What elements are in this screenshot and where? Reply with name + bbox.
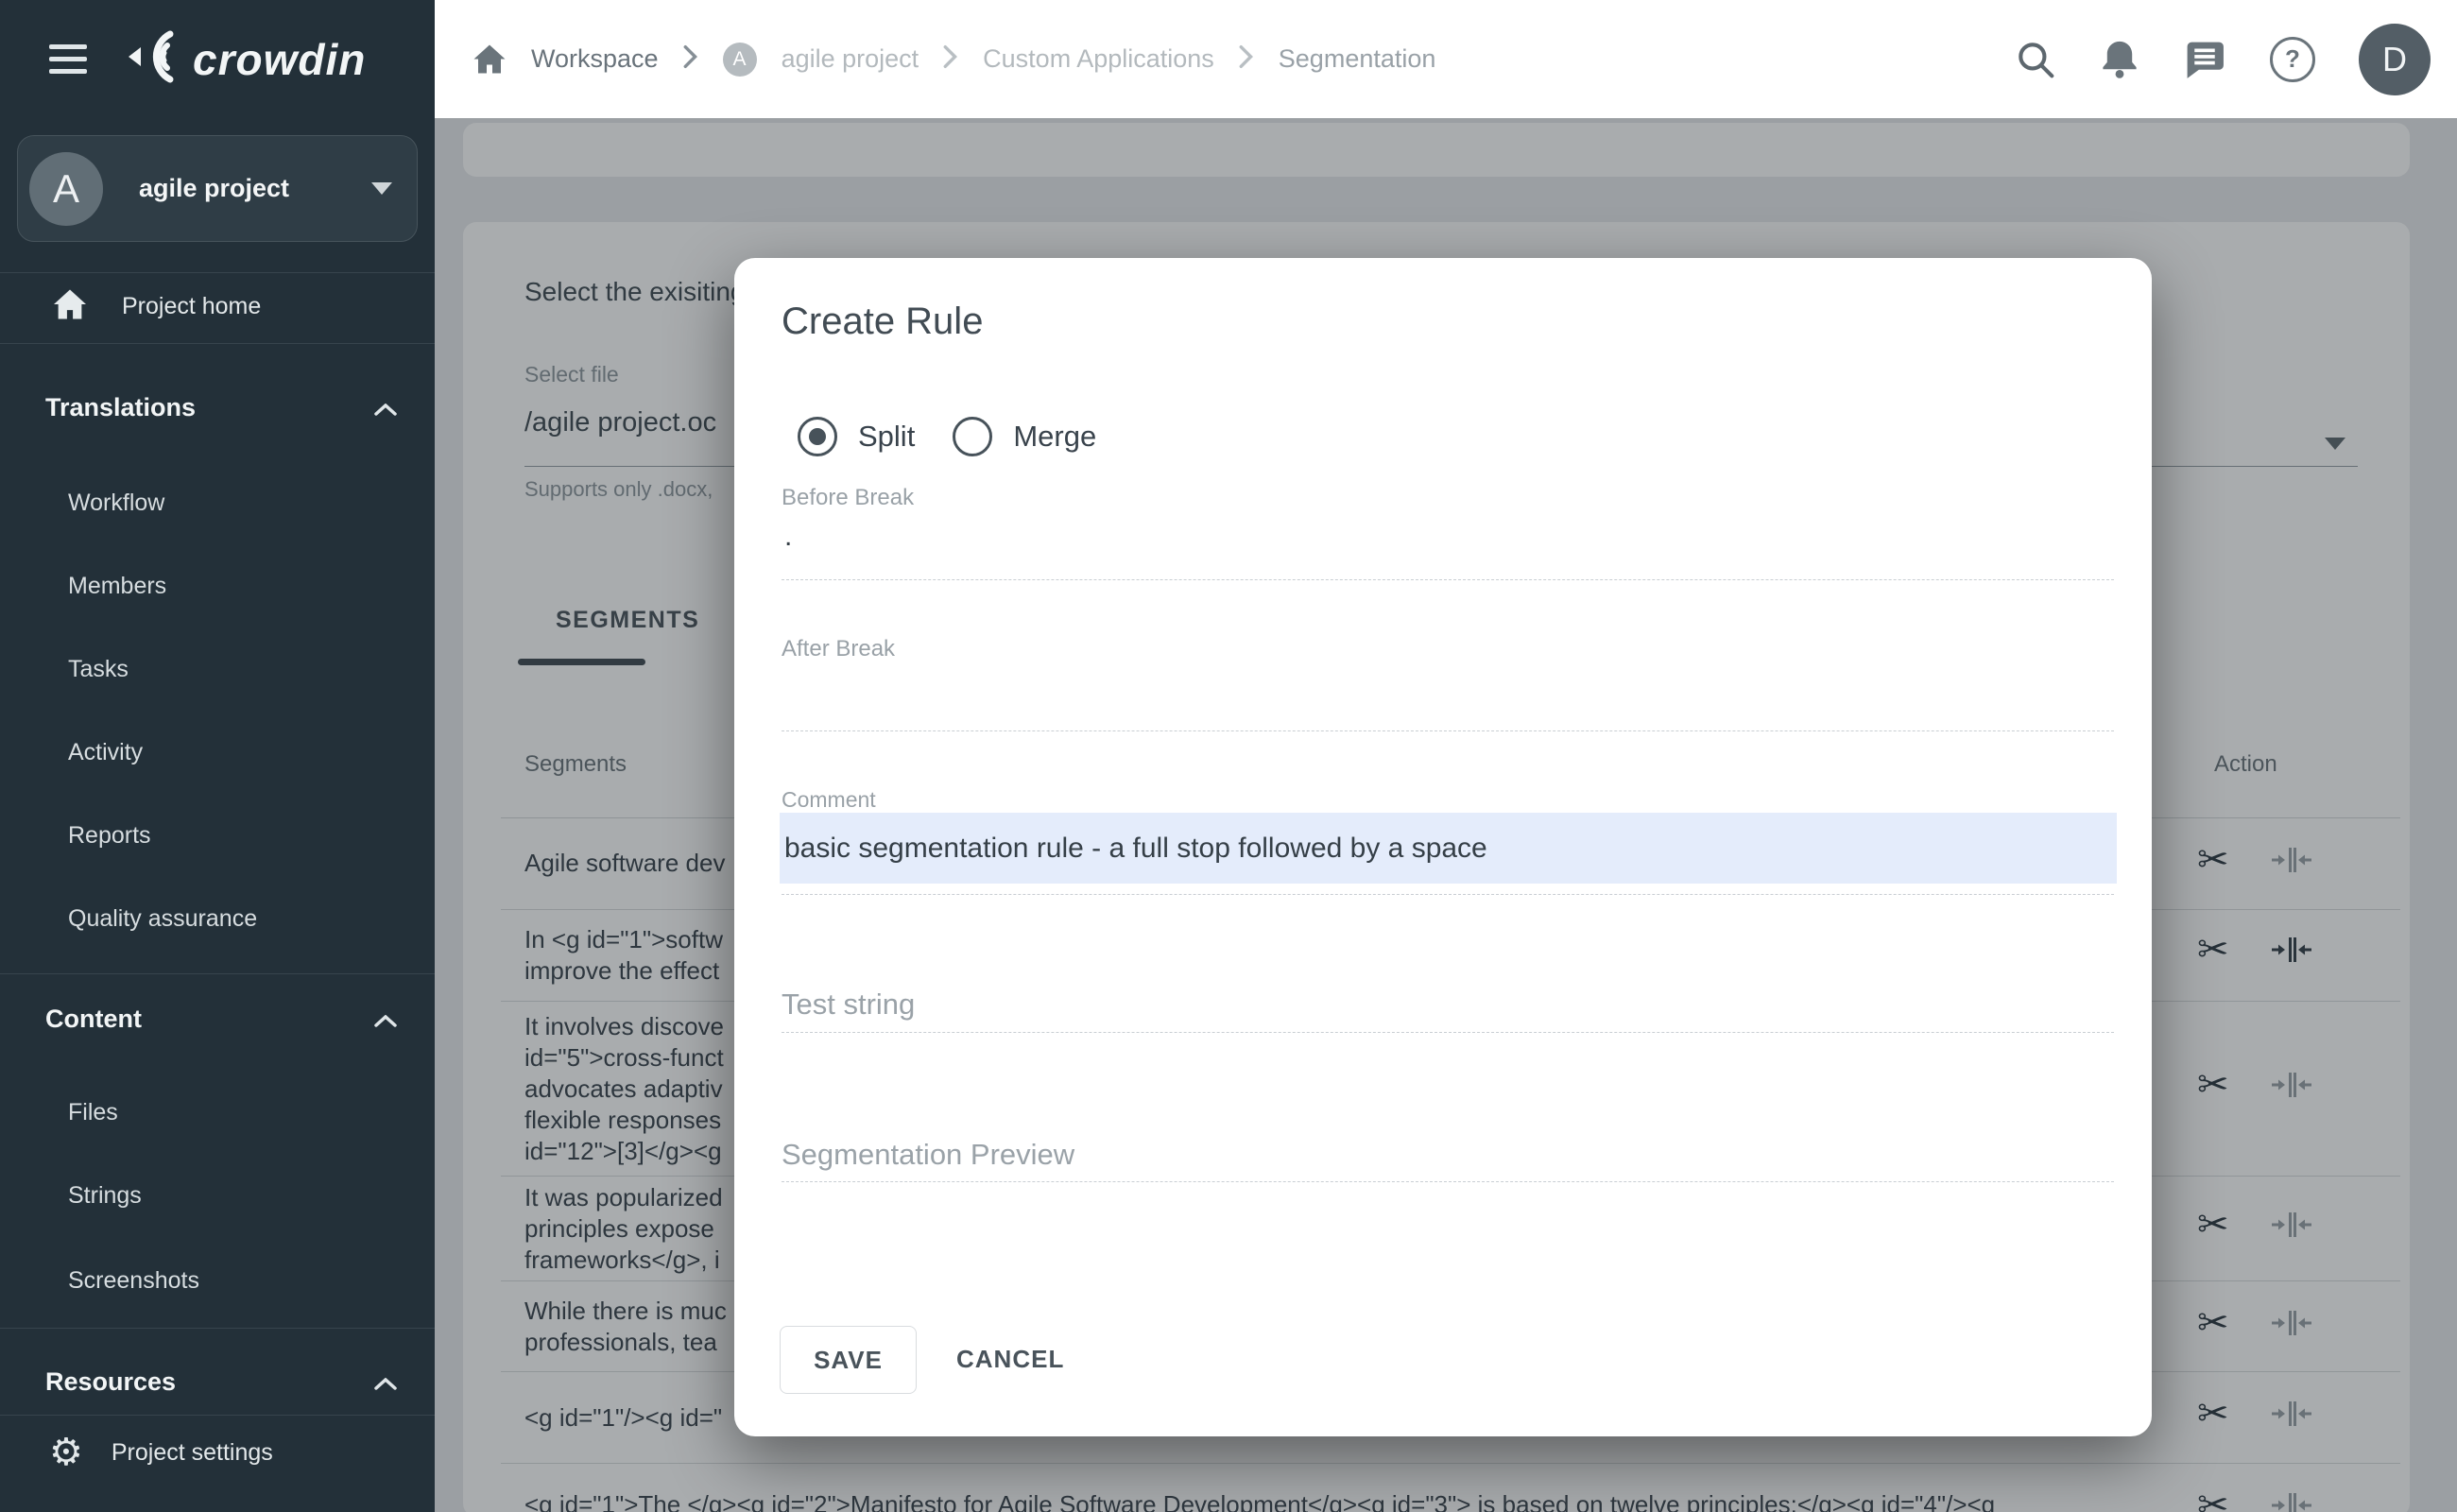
section-label: Resources	[45, 1366, 177, 1396]
section-label: Content	[45, 1004, 142, 1033]
radio-selected-dot	[809, 428, 826, 445]
before-break-underline	[782, 579, 2114, 580]
sidebar-item-quality-assurance[interactable]: Quality assurance	[0, 890, 435, 947]
sidebar-item-members[interactable]: Members	[0, 558, 435, 614]
radio-merge-label[interactable]: Merge	[1013, 420, 1096, 454]
chevron-right-icon	[943, 44, 958, 74]
after-break-underline	[782, 730, 2114, 731]
modal-title: Create Rule	[782, 301, 984, 342]
crowdin-logo-text: crowdin	[193, 34, 367, 84]
comment-input[interactable]: basic segmentation rule - a full stop fo…	[784, 833, 1487, 865]
breadcrumb-project[interactable]: agile project	[782, 44, 919, 74]
sidebar-item-label: Screenshots	[68, 1266, 199, 1294]
project-name: agile project	[139, 174, 290, 202]
menu-icon[interactable]	[49, 44, 87, 74]
sidebar-item-label: Members	[68, 572, 167, 599]
cancel-button[interactable]: CANCEL	[937, 1326, 1083, 1392]
project-avatar: A	[29, 151, 103, 226]
sidebar-item-reports[interactable]: Reports	[0, 807, 435, 864]
divider	[0, 1328, 435, 1329]
home-icon[interactable]	[472, 43, 507, 75]
breadcrumb: Workspace A agile project Custom Applica…	[472, 42, 1436, 77]
before-break-input[interactable]: .	[784, 521, 792, 553]
crowdin-logo[interactable]: crowdin	[121, 27, 366, 91]
home-icon	[52, 288, 88, 325]
search-icon[interactable]	[2015, 39, 2056, 80]
segmentation-preview-label: Segmentation Preview	[782, 1138, 1075, 1171]
sidebar-item-screenshots[interactable]: Screenshots	[0, 1252, 435, 1309]
radio-merge[interactable]	[953, 417, 993, 456]
after-break-label: After Break	[782, 636, 896, 662]
sidebar-item-tasks[interactable]: Tasks	[0, 641, 435, 697]
sidebar-section-translations[interactable]: Translations	[0, 376, 435, 438]
comment-selection-highlight[interactable]: basic segmentation rule - a full stop fo…	[780, 813, 2117, 884]
sidebar-item-label: Project settings	[111, 1438, 273, 1466]
sidebar-item-label: Tasks	[68, 655, 129, 682]
notifications-bell-icon[interactable]	[2100, 39, 2139, 80]
help-icon[interactable]: ?	[2270, 36, 2315, 82]
sidebar-item-label: Files	[68, 1098, 118, 1125]
breadcrumb-workspace[interactable]: Workspace	[531, 44, 659, 74]
chevron-right-icon	[1239, 44, 1254, 74]
test-string-input[interactable]: Test string	[782, 988, 915, 1022]
chevron-up-icon	[374, 393, 397, 422]
app-root: crowdin A agile project Project home Tra…	[0, 0, 2457, 1512]
save-button[interactable]: SAVE	[780, 1326, 917, 1394]
sidebar-item-files[interactable]: Files	[0, 1084, 435, 1141]
sidebar-item-label: Activity	[68, 738, 144, 765]
sidebar-section-content[interactable]: Content	[0, 988, 435, 1050]
segmentation-preview-underline	[782, 1181, 2114, 1182]
help-glyph: ?	[2285, 44, 2300, 73]
section-label: Translations	[45, 392, 197, 421]
sidebar-item-strings[interactable]: Strings	[0, 1167, 435, 1224]
sidebar-logo-row: crowdin	[0, 0, 435, 118]
sidebar-item-activity[interactable]: Activity	[0, 724, 435, 781]
crowdin-logo-icon	[121, 27, 183, 91]
gear-icon: ⚙	[49, 1432, 83, 1473]
sidebar-item-label: Quality assurance	[68, 904, 258, 932]
breadcrumb-segmentation: Segmentation	[1278, 44, 1436, 73]
rule-type-radio-group: Split Merge	[798, 417, 1096, 456]
chevron-up-icon	[374, 1005, 397, 1034]
divider	[0, 1415, 435, 1416]
breadcrumb-project-avatar: A	[722, 42, 757, 77]
topbar: Workspace A agile project Custom Applica…	[435, 0, 2457, 118]
test-string-underline	[782, 1032, 2114, 1033]
comment-label: Comment	[782, 787, 876, 812]
radio-split[interactable]	[798, 417, 837, 456]
sidebar-item-project-home[interactable]: Project home	[0, 270, 487, 342]
divider	[0, 973, 435, 974]
user-avatar[interactable]: D	[2359, 23, 2431, 95]
chevron-down-icon	[371, 182, 392, 195]
chat-icon[interactable]	[2183, 39, 2226, 80]
sidebar-item-label: Strings	[68, 1181, 142, 1209]
breadcrumb-custom-applications[interactable]: Custom Applications	[983, 44, 1214, 74]
radio-split-label[interactable]: Split	[858, 420, 915, 454]
project-selector[interactable]: A agile project	[17, 135, 418, 242]
sidebar-item-label: Project home	[122, 292, 262, 319]
chevron-up-icon	[374, 1367, 397, 1397]
sidebar-item-label: Workflow	[68, 489, 165, 516]
sidebar-section-resources[interactable]: Resources	[0, 1350, 435, 1413]
create-rule-modal: Create Rule Split Merge Before Break . A…	[734, 258, 2152, 1436]
chevron-right-icon	[683, 44, 698, 74]
sidebar-item-project-settings[interactable]: ⚙ Project settings	[0, 1418, 484, 1487]
before-break-label: Before Break	[782, 485, 915, 510]
sidebar-item-label: Reports	[68, 821, 151, 849]
topbar-actions: ? D	[2015, 23, 2431, 95]
comment-underline	[782, 894, 2114, 895]
sidebar: crowdin A agile project Project home Tra…	[0, 0, 435, 1512]
sidebar-item-workflow[interactable]: Workflow	[0, 474, 435, 531]
divider	[0, 343, 435, 344]
